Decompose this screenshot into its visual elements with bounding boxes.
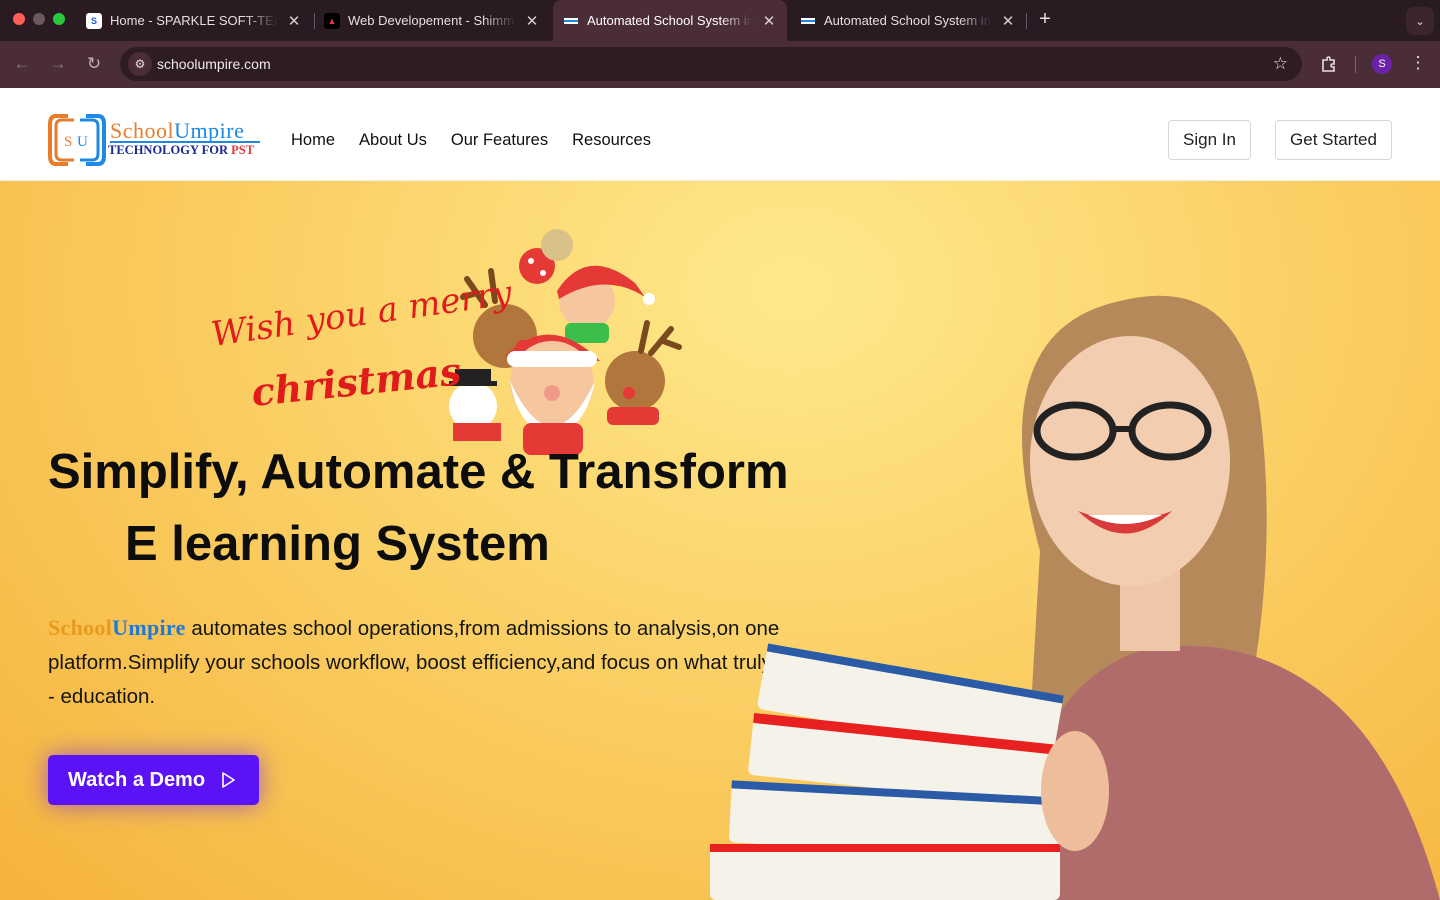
profile-avatar[interactable]: S: [1372, 54, 1392, 74]
extensions-puzzle-icon[interactable]: [1318, 53, 1340, 75]
tab-close-icon[interactable]: ✕: [1000, 12, 1016, 30]
inline-brand-name: SchoolUmpire: [48, 615, 186, 640]
tab-close-icon[interactable]: ✕: [524, 12, 540, 30]
browser-tab[interactable]: S Home - SPARKLE SOFT-TECH ✕: [76, 0, 312, 41]
toolbar-divider: [1355, 56, 1356, 73]
nav-resources[interactable]: Resources: [572, 131, 651, 150]
sparkle-favicon-icon: S: [86, 12, 102, 29]
play-icon: [222, 772, 235, 788]
su-monogram-icon: S U: [48, 114, 106, 166]
tab-divider: [1026, 13, 1027, 29]
tab-close-icon[interactable]: ✕: [761, 12, 777, 30]
browser-tab[interactable]: ▲ Web Developement - Shimmer ✕: [314, 0, 550, 41]
svg-text:U: U: [77, 134, 88, 150]
window-close-button[interactable]: [13, 13, 25, 25]
watch-demo-button[interactable]: Watch a Demo: [48, 755, 259, 805]
sign-in-button[interactable]: Sign In: [1168, 120, 1251, 160]
browser-toolbar: ← → ↻ ⚙ schoolumpire.com ☆ S ⋮: [0, 41, 1440, 88]
svg-text:S: S: [64, 134, 72, 150]
hero-heading: Simplify, Automate & Transform E learnin…: [48, 436, 789, 580]
address-bar[interactable]: ⚙ schoolumpire.com ☆: [120, 47, 1302, 81]
christmas-greeting-illustration: Wish you a merry christmas: [209, 229, 682, 455]
main-nav: Home About Us Our Features Resources: [291, 131, 651, 150]
hero-section: Wish you a merry christmas Simplify, Aut…: [0, 181, 1440, 900]
forward-arrow-icon[interactable]: →: [46, 52, 70, 76]
browser-tab-active[interactable]: Automated School System in ✕: [553, 0, 787, 41]
browser-tab[interactable]: Automated School System in ✕: [790, 0, 1026, 41]
greeting-line-1: Wish you a merry: [209, 273, 515, 355]
new-tab-button[interactable]: +: [1034, 8, 1056, 32]
url-text[interactable]: schoolumpire.com: [157, 56, 271, 72]
reload-icon[interactable]: ↻: [82, 52, 106, 76]
window-zoom-button[interactable]: [53, 13, 65, 25]
hero-heading-line-1: Simplify, Automate & Transform: [48, 445, 789, 499]
get-started-button[interactable]: Get Started: [1275, 120, 1392, 160]
browser-tab-bar: S Home - SPARKLE SOFT-TECH ✕ ▲ Web Devel…: [0, 0, 1440, 41]
site-settings-icon[interactable]: ⚙: [128, 52, 152, 76]
schoolumpire-logo[interactable]: S U SchoolUmpire TECHNOLOGY FOR PST: [48, 112, 264, 168]
schoolumpire-favicon-icon: [563, 13, 579, 29]
hero-heading-line-2: E learning System: [125, 517, 550, 571]
site-header: S U SchoolUmpire TECHNOLOGY FOR PST Home…: [0, 88, 1440, 181]
logo-tagline: TECHNOLOGY FOR PST: [108, 143, 255, 157]
greeting-line-2: christmas: [249, 348, 463, 415]
back-arrow-icon[interactable]: ←: [10, 52, 34, 76]
nav-about-us[interactable]: About Us: [359, 131, 427, 150]
browser-menu-icon[interactable]: ⋮: [1408, 53, 1428, 75]
schoolumpire-favicon-icon: [800, 13, 816, 29]
tab-search-chevron-icon[interactable]: ⌄: [1406, 7, 1434, 35]
nav-our-features[interactable]: Our Features: [451, 131, 548, 150]
tab-close-icon[interactable]: ✕: [286, 12, 302, 30]
book-stack: [710, 643, 1064, 900]
nav-home[interactable]: Home: [291, 131, 335, 150]
window-minimize-button[interactable]: [33, 13, 45, 25]
shimmer-favicon-icon: ▲: [324, 12, 340, 29]
student-with-books-photo: [710, 295, 1440, 900]
bookmark-star-icon[interactable]: ☆: [1273, 54, 1288, 74]
